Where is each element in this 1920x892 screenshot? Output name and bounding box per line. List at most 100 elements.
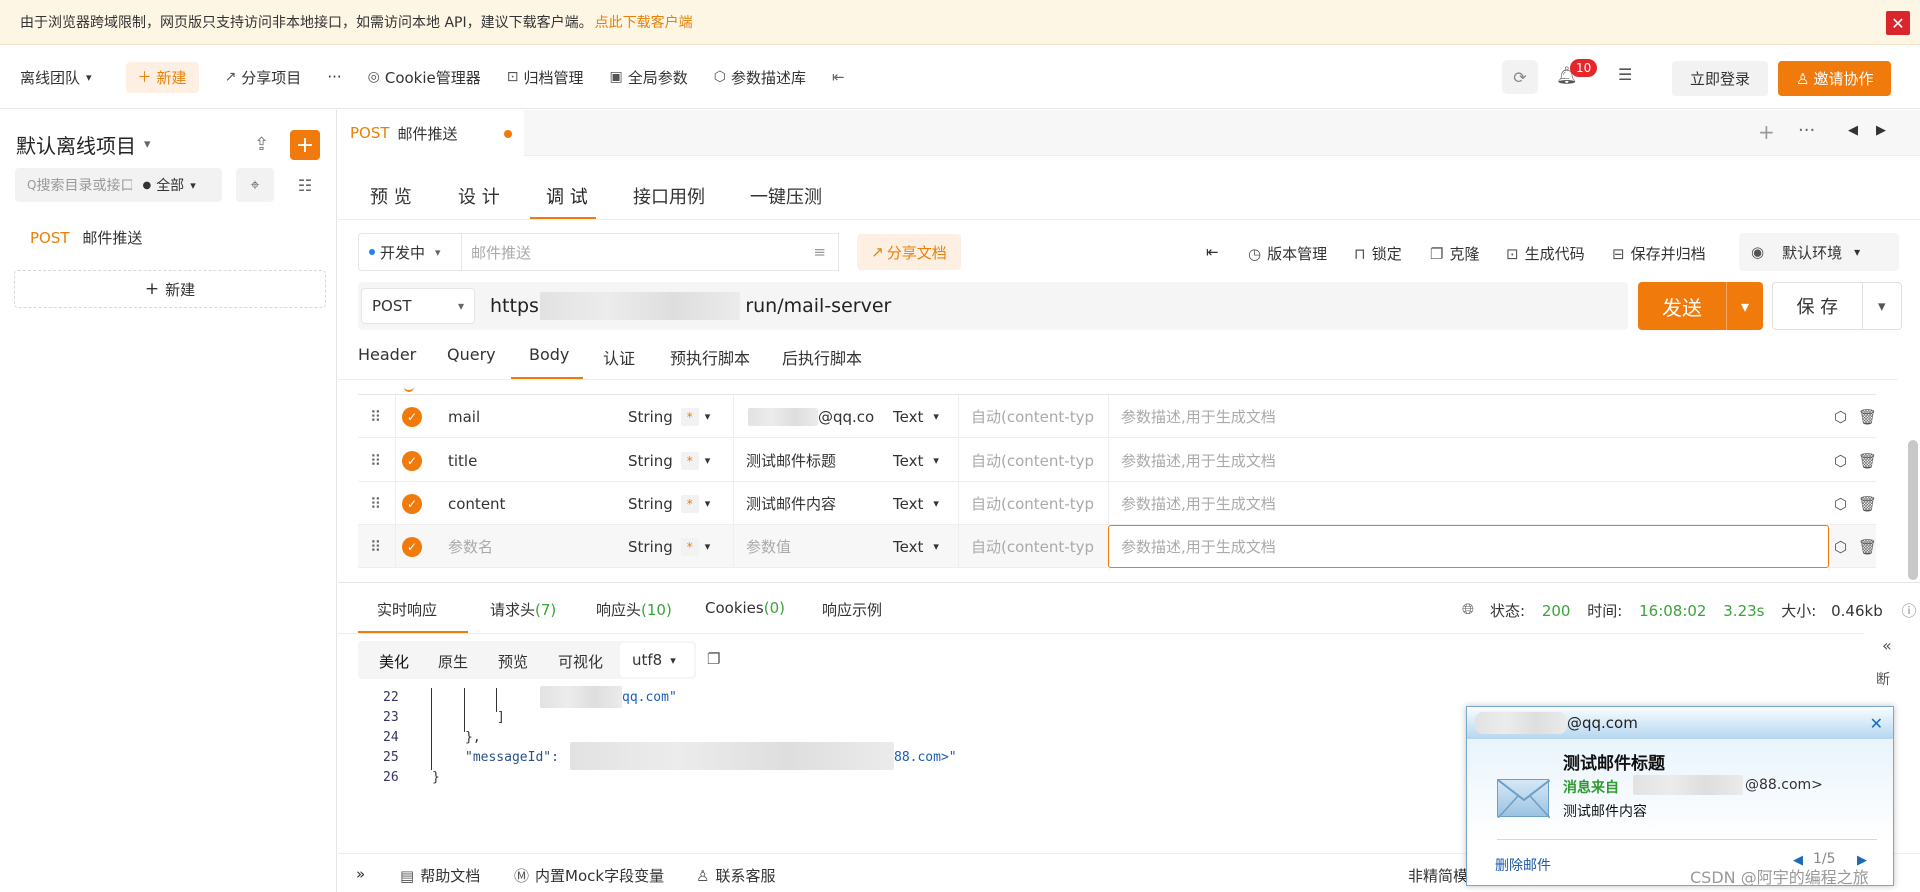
chevron-down-icon[interactable]: ▾ [1861,283,1901,329]
format-beautify[interactable]: 美化 [379,651,409,672]
locate-icon[interactable]: ⌖ [236,168,274,202]
tab-preview[interactable]: 预 览 [370,183,412,209]
drag-handle-icon[interactable]: ⠿ [370,395,381,438]
help-docs-link[interactable]: ▤ 帮助文档 [400,865,480,886]
more-icon[interactable]: ··· [1798,120,1815,141]
trash-icon[interactable]: 🗑︎ [1858,439,1877,482]
param-checkbox[interactable]: ✓ [402,525,422,568]
param-checkbox[interactable]: ✓ [402,439,422,482]
param-name[interactable]: mail [448,395,480,438]
share-project-button[interactable]: ↗ 分享项目 [225,67,302,88]
param-desc-button[interactable]: ⬡ 参数描述库 [714,67,806,88]
sort-icon[interactable]: ☷ [286,168,324,202]
value-type-select[interactable]: Text ▾ [893,525,939,568]
info-icon[interactable]: ⓘ [1902,602,1917,620]
request-tab[interactable]: POST 邮件推送 [338,110,524,156]
param-checkbox[interactable]: ✓ [402,395,422,438]
archive-button[interactable]: ⊡ 归档管理 [507,67,584,88]
indent-icon[interactable]: ⇤ [1206,243,1219,261]
filter-select[interactable]: ● 全部 ▾ [142,175,195,195]
more-button[interactable]: ··· [327,68,341,86]
tab-live-response[interactable]: 实时响应 [377,599,437,620]
api-name-input[interactable]: 邮件推送 ≡ [461,233,839,271]
param-type[interactable]: String * ▾ [628,482,710,525]
new-button[interactable]: ＋ 新建 [125,61,199,93]
support-link[interactable]: ♙ 联系客服 [696,865,775,886]
required-icon[interactable]: * [680,407,699,426]
value-type-select[interactable]: Text ▾ [893,482,939,525]
encoding-select[interactable]: utf8 ▾ [620,643,694,677]
collapse-left-icon[interactable]: « [1882,636,1908,655]
global-params-button[interactable]: ▣ 全局参数 [610,67,688,88]
send-button[interactable]: 发送 ▾ [1638,282,1763,330]
trash-icon[interactable]: 🗑︎ [1858,525,1877,568]
version-button[interactable]: ◷ 版本管理 [1248,243,1327,264]
tab-header[interactable]: Header [358,345,416,364]
project-selector[interactable]: 默认离线项目 ▾ [16,130,151,159]
content-type[interactable]: 自动(content-typ [971,439,1094,482]
add-tab-icon[interactable]: + [1758,120,1775,144]
param-value[interactable]: 测试邮件内容 [746,482,836,525]
login-button[interactable]: 立即登录 [1672,61,1769,96]
param-value[interactable]: @qq.co [748,395,874,438]
param-desc[interactable]: 参数描述,用于生成文档 [1121,439,1276,482]
param-value[interactable]: 测试邮件标题 [746,439,836,482]
share-doc-button[interactable]: ↗ 分享文档 [857,234,961,270]
clone-button[interactable]: ❐ 克隆 [1430,243,1479,264]
param-desc[interactable]: 参数描述,用于生成文档 [1121,395,1276,438]
cookie-manager-button[interactable]: ◎ Cookie管理器 [368,67,481,88]
param-desc[interactable]: 参数描述,用于生成文档 [1121,482,1276,525]
tab-query[interactable]: Query [447,345,496,364]
sidebar-new-button[interactable]: + 新建 [14,270,326,308]
param-type[interactable]: String * ▾ [628,395,710,438]
search-input[interactable]: Q 搜索目录或接口 ● 全部 ▾ [15,168,222,202]
tab-request-headers[interactable]: 请求头(7) [490,599,556,620]
param-desc[interactable]: 参数描述,用于生成文档 [1121,525,1276,568]
param-type[interactable]: String * ▾ [628,439,710,482]
save-button[interactable]: 保 存 ▾ [1772,282,1902,330]
status-select[interactable]: 开发中 ▾ [358,233,462,271]
drag-handle-icon[interactable]: ⠿ [370,439,381,482]
tab-response-example[interactable]: 响应示例 [822,599,882,620]
tab-cookies[interactable]: Cookies(0) [705,599,785,617]
collapse-icon[interactable]: ⇤ [832,68,845,86]
mode-toggle[interactable]: 非精简模 [1408,865,1468,886]
format-preview[interactable]: 预览 [498,651,528,672]
invite-button[interactable]: ♙ 邀请协作 [1778,61,1892,96]
value-type-select[interactable]: Text ▾ [893,395,939,438]
edit-icon[interactable]: ≡ [813,243,826,261]
required-icon[interactable]: * [680,451,699,470]
trash-icon[interactable]: 🗑︎ [1858,395,1877,438]
mock-vars-link[interactable]: Ⓜ 内置Mock字段变量 [514,865,664,886]
required-icon[interactable]: * [680,494,699,513]
drag-handle-icon[interactable]: ⠿ [370,482,381,525]
sidebar-item-mail-push[interactable]: POST 邮件推送 [30,227,142,248]
next-tab-icon[interactable]: ▶ [1876,123,1886,138]
cube-icon[interactable]: ⬡ [1834,482,1847,525]
close-icon[interactable]: ✕ [1870,714,1883,733]
tab-stress-test[interactable]: 一键压测 [750,183,822,209]
delete-mail-link[interactable]: 删除邮件 [1495,855,1551,875]
tab-response-headers[interactable]: 响应头(10) [596,599,672,620]
sync-icon[interactable]: ⟳ [1502,60,1538,94]
content-type[interactable]: 自动(content-typ [971,482,1094,525]
tab-pre-script[interactable]: 预执行脚本 [670,345,750,369]
param-checkbox[interactable]: ✓ [402,482,422,525]
param-name[interactable]: title [448,439,477,482]
param-type[interactable]: String * ▾ [628,525,710,568]
team-selector[interactable]: 离线团队 ▾ [20,67,92,88]
tab-body[interactable]: Body [529,345,569,364]
param-value-placeholder[interactable]: 参数值 [746,525,791,568]
close-icon[interactable]: ✕ [1886,11,1910,35]
format-visualize[interactable]: 可视化 [558,651,603,672]
document-icon[interactable]: ☰ [1618,65,1632,84]
trash-icon[interactable]: 🗑︎ [1858,482,1877,525]
prev-tab-icon[interactable]: ◀ [1848,123,1858,138]
param-name-placeholder[interactable]: 参数名 [448,525,493,568]
cube-icon[interactable]: ⬡ [1834,525,1847,568]
tab-auth[interactable]: 认证 [603,345,635,369]
format-raw[interactable]: 原生 [438,651,468,672]
lock-button[interactable]: ⊓ 锁定 [1354,243,1402,264]
tab-test-cases[interactable]: 接口用例 [633,183,705,209]
tab-design[interactable]: 设 计 [458,183,500,209]
